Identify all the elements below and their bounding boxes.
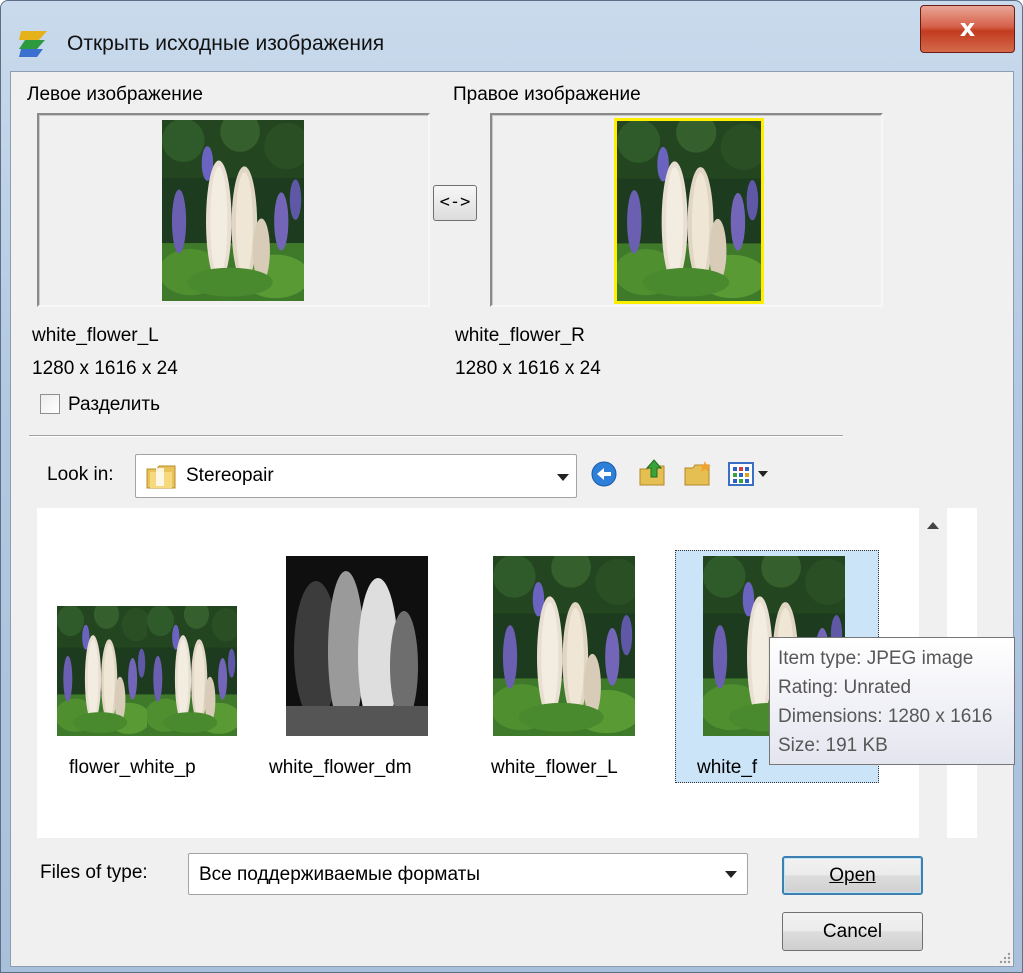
open-button[interactable]: Open [782,856,923,895]
file-name-label: white_flower_dm [269,757,412,778]
app-logo-icon [19,31,47,57]
swap-images-button[interactable]: <-> [433,185,477,221]
left-image-heading: Левое изображение [27,84,203,105]
tooltip-item-type: Item type: JPEG image [778,648,974,669]
right-image-heading: Правое изображение [453,84,641,105]
thumb-image [493,556,635,736]
split-label: Разделить [68,394,161,415]
thumbnail-stereo-pair[interactable] [57,606,239,736]
file-name-label: white_f [697,757,758,778]
thumb-image-left [57,606,147,736]
file-name-label: white_flower_L [491,757,618,778]
right-image-preview[interactable] [490,113,883,307]
thumb-image-right [147,606,237,736]
cancel-button[interactable]: Cancel [782,912,923,951]
look-in-label: Look in: [47,464,114,485]
depth-map-image [286,556,428,736]
chevron-down-icon [725,871,737,878]
title-bar[interactable]: Открыть исходные изображения x [1,1,1022,71]
left-image-dimensions: 1280 x 1616 x 24 [32,358,178,379]
split-checkbox[interactable] [40,394,60,414]
left-image-name: white_flower_L [32,325,159,346]
window-title: Открыть исходные изображения [67,32,385,55]
section-separator [29,435,843,437]
dialog-client-area: Левое изображение Правое изображение <->… [10,71,1014,967]
files-of-type-value: Все поддерживаемые форматы [199,864,481,885]
files-of-type-combobox[interactable]: Все поддерживаемые форматы [188,853,748,895]
view-menu-icon[interactable] [727,459,771,489]
file-name-label: flower_white_p [69,757,196,778]
new-folder-icon[interactable] [683,459,713,489]
file-info-tooltip: Item type: JPEG image Rating: Unrated Di… [769,637,1015,765]
folder-icon [146,465,176,489]
right-image-name: white_flower_R [455,325,585,346]
look-in-value: Stereopair [186,465,274,486]
thumbnail-white-flower-l[interactable] [493,556,635,736]
close-button[interactable]: x [920,5,1015,53]
left-image-preview[interactable] [37,113,430,307]
right-preview-image [614,118,764,304]
open-images-dialog: Открыть исходные изображения x Левое изо… [0,0,1023,973]
tooltip-dimensions: Dimensions: 1280 x 1616 [778,706,993,727]
files-of-type-label: Files of type: [40,862,148,883]
look-in-combobox[interactable]: Stereopair [135,454,577,498]
tooltip-rating: Rating: Unrated [778,677,912,698]
open-button-label: Open [829,865,876,886]
chevron-down-icon [557,474,569,481]
left-preview-image [162,120,304,301]
back-icon[interactable] [589,459,619,489]
tooltip-size: Size: 191 KB [778,735,888,756]
resize-grip-icon[interactable] [997,950,1011,964]
thumbnail-depth-map[interactable] [286,556,428,736]
right-image-dimensions: 1280 x 1616 x 24 [455,358,601,379]
scroll-up-arrow-icon[interactable] [927,522,939,529]
up-folder-icon[interactable] [637,457,667,487]
